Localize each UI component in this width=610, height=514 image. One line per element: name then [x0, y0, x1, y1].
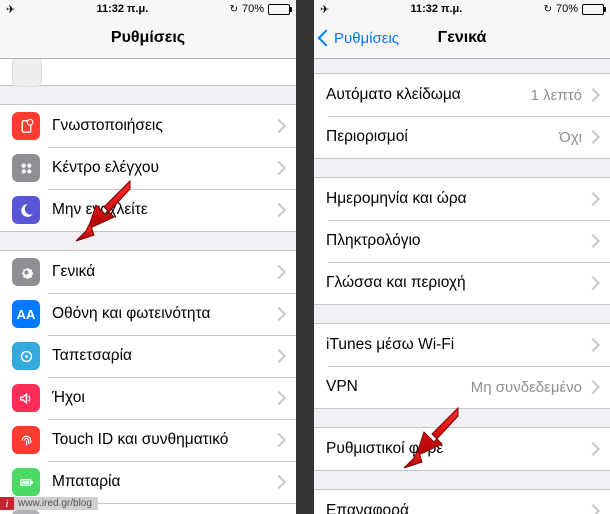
airplane-mode-icon: ✈: [6, 3, 15, 16]
row-value: 1 λεπτό: [531, 87, 582, 104]
moon-icon: [12, 196, 40, 224]
row-label: Επαναφορά: [326, 502, 588, 514]
row-label: Ημερομηνία και ώρα: [326, 190, 588, 208]
status-time: 11:32 π.μ.: [410, 3, 462, 15]
nav-bar: Ρυθμίσεις: [0, 18, 296, 59]
chevron-right-icon: [586, 276, 600, 290]
app-icon: [12, 59, 42, 87]
battery-percent: 70%: [556, 3, 578, 15]
chevron-left-icon: [318, 30, 335, 47]
wallpaper-icon: [12, 342, 40, 370]
row-label: VPN: [326, 378, 471, 396]
row-value: Μη συνδεδεμένο: [471, 379, 582, 396]
row-display[interactable]: AA Οθόνη και φωτεινότητα: [0, 293, 296, 335]
general-list[interactable]: Αυτόματο κλείδωμα 1 λεπτό Περιορισμοί Όχ…: [314, 59, 610, 514]
chevron-right-icon: [272, 265, 286, 279]
sounds-icon: [12, 384, 40, 412]
chevron-right-icon: [272, 161, 286, 175]
notifications-icon: [12, 112, 40, 140]
phone-right-general: ✈ 11:32 π.μ. ↻ 70% Ρυθμίσεις Γενικά Αυτό…: [314, 0, 610, 514]
row-label: Περιορισμοί: [326, 128, 559, 146]
row-dnd[interactable]: Μην ενοχλείτε: [0, 189, 296, 231]
battery-icon: [12, 468, 40, 496]
chevron-right-icon: [586, 88, 600, 102]
status-bar: ✈ 11:32 π.μ. ↻ 70%: [314, 0, 610, 18]
nav-title: Ρυθμίσεις: [111, 29, 185, 47]
control-center-icon: [12, 154, 40, 182]
row-autolock[interactable]: Αυτόματο κλείδωμα 1 λεπτό: [314, 74, 610, 116]
chevron-right-icon: [586, 130, 600, 144]
chevron-right-icon: [586, 192, 600, 206]
display-icon: AA: [12, 300, 40, 328]
row-restrictions[interactable]: Περιορισμοί Όχι: [314, 116, 610, 158]
row-label: Κέντρο ελέγχου: [52, 159, 274, 177]
list-item-partial[interactable]: [0, 59, 296, 86]
row-general[interactable]: Γενικά: [0, 251, 296, 293]
row-value: Όχι: [559, 129, 582, 146]
chevron-right-icon: [586, 234, 600, 248]
chevron-right-icon: [586, 380, 600, 394]
chevron-right-icon: [272, 203, 286, 217]
row-itunes-wifi[interactable]: iTunes μέσω Wi-Fi: [314, 324, 610, 366]
row-reset[interactable]: Επαναφορά: [314, 490, 610, 514]
chevron-right-icon: [272, 475, 286, 489]
row-control-center[interactable]: Κέντρο ελέγχου: [0, 147, 296, 189]
row-carrier[interactable]: Ρυθμιστικοί φορε: [314, 428, 610, 470]
battery-percent: 70%: [242, 3, 264, 15]
back-label: Ρυθμίσεις: [334, 30, 399, 47]
status-time: 11:32 π.μ.: [96, 3, 148, 15]
nav-bar: Ρυθμίσεις Γενικά: [314, 18, 610, 59]
back-button[interactable]: Ρυθμίσεις: [320, 18, 399, 58]
nav-title: Γενικά: [438, 29, 487, 47]
row-label: Πληκτρολόγιο: [326, 232, 588, 250]
battery-icon: [582, 4, 604, 15]
row-label: Γνωστοποιήσεις: [52, 117, 274, 135]
row-label: Ρυθμιστικοί φορε: [326, 440, 588, 458]
orientation-lock-icon: ↻: [230, 4, 238, 15]
settings-list[interactable]: Γνωστοποιήσεις Κέντρο ελέγχου Μην ενοχλε…: [0, 59, 296, 514]
phone-left-settings: ✈ 11:32 π.μ. ↻ 70% Ρυθμίσεις: [0, 0, 296, 514]
row-language[interactable]: Γλώσσα και περιοχή: [314, 262, 610, 304]
row-label: Αυτόματο κλείδωμα: [326, 86, 531, 104]
chevron-right-icon: [586, 338, 600, 352]
orientation-lock-icon: ↻: [544, 4, 552, 15]
row-wallpaper[interactable]: Ταπετσαρία: [0, 335, 296, 377]
chevron-right-icon: [272, 433, 286, 447]
chevron-right-icon: [586, 504, 600, 514]
battery-icon: [268, 4, 290, 15]
row-sounds[interactable]: Ήχοι: [0, 377, 296, 419]
row-touchid[interactable]: Touch ID και συνθηματικό: [0, 419, 296, 461]
chevron-right-icon: [272, 349, 286, 363]
chevron-right-icon: [272, 391, 286, 405]
row-label: Touch ID και συνθηματικό: [52, 431, 274, 449]
watermark: www.ired.gr/blog: [0, 497, 98, 510]
row-label: Οθόνη και φωτεινότητα: [52, 305, 274, 323]
row-vpn[interactable]: VPN Μη συνδεδεμένο: [314, 366, 610, 408]
row-notifications[interactable]: Γνωστοποιήσεις: [0, 105, 296, 147]
row-label: Μπαταρία: [52, 473, 274, 491]
fingerprint-icon: [12, 426, 40, 454]
row-label: Γενικά: [52, 263, 274, 281]
chevron-right-icon: [272, 307, 286, 321]
status-bar: ✈ 11:32 π.μ. ↻ 70%: [0, 0, 296, 18]
privacy-icon: [12, 510, 40, 514]
row-datetime[interactable]: Ημερομηνία και ώρα: [314, 178, 610, 220]
row-label: Μην ενοχλείτε: [52, 201, 274, 219]
chevron-right-icon: [586, 442, 600, 456]
row-label: iTunes μέσω Wi-Fi: [326, 336, 588, 354]
row-keyboard[interactable]: Πληκτρολόγιο: [314, 220, 610, 262]
chevron-right-icon: [272, 119, 286, 133]
row-label: Γλώσσα και περιοχή: [326, 274, 588, 292]
gear-icon: [12, 258, 40, 286]
airplane-mode-icon: ✈: [320, 3, 329, 16]
row-label: Ήχοι: [52, 389, 274, 407]
row-label: Ταπετσαρία: [52, 347, 274, 365]
